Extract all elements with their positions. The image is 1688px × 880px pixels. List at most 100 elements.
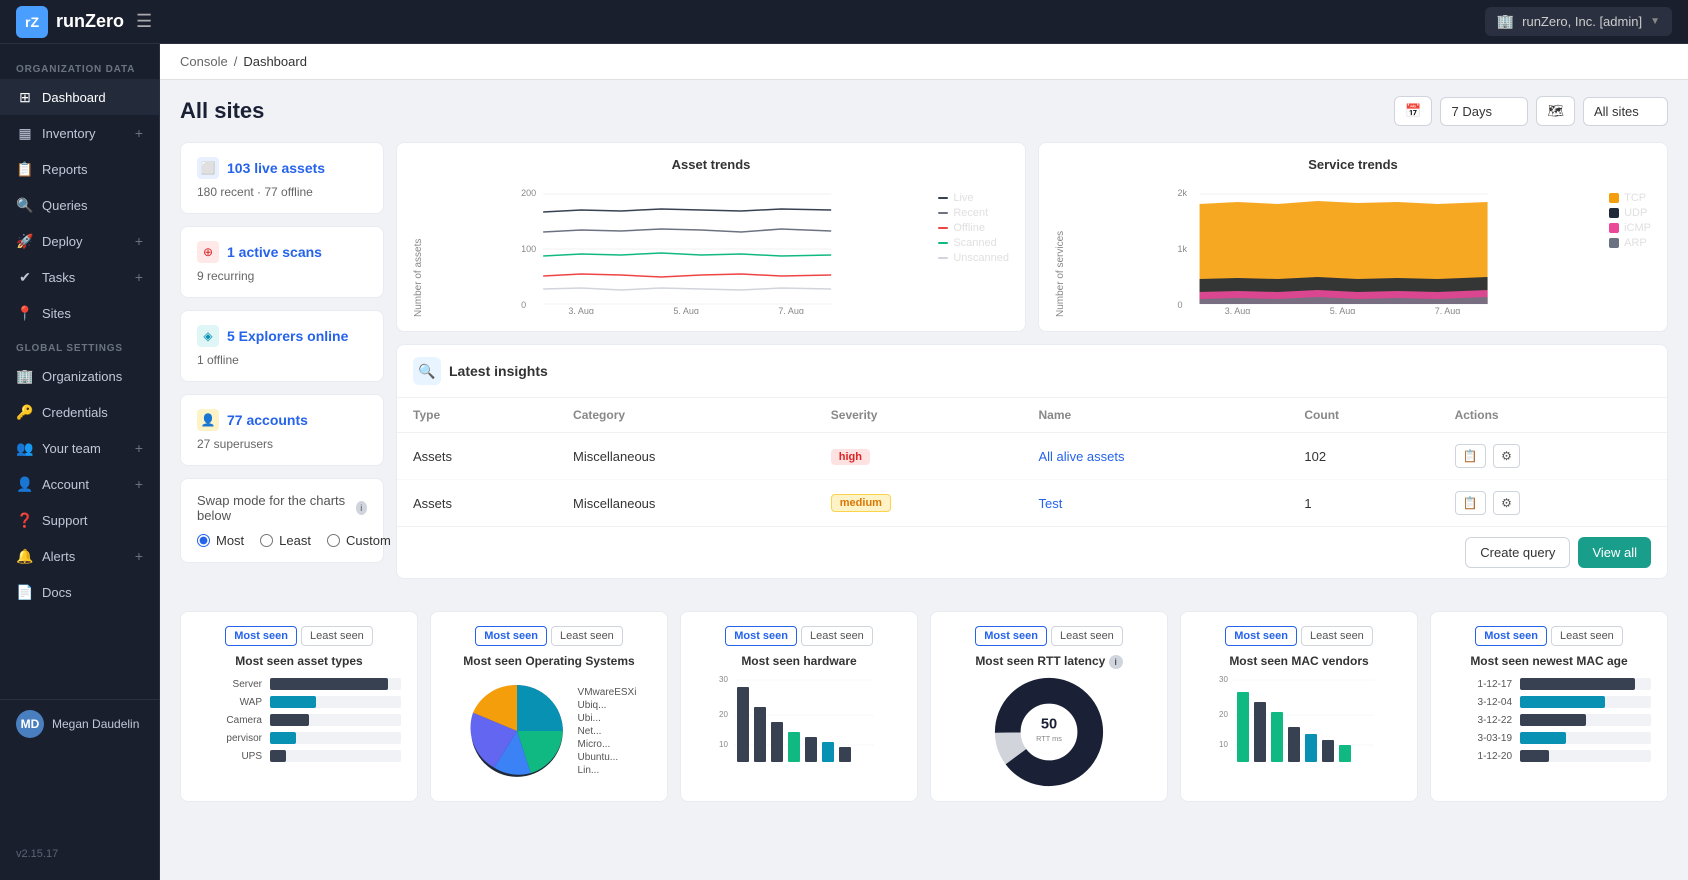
asset-trends-svg: 200 100 0 3. Aug [428,184,934,314]
deploy-plus-icon[interactable]: + [135,233,143,249]
sidebar-label-sites: Sites [42,306,143,321]
global-settings-label: GLOBAL SETTINGS [0,331,159,358]
org-label: runZero, Inc. [admin] [1522,14,1642,29]
calendar-button[interactable]: 📅 [1394,96,1432,126]
explorers-card-icon: ◈ [197,325,219,347]
rtt-least-btn[interactable]: Least seen [1051,626,1123,646]
sidebar-item-account[interactable]: 👤 Account + [0,466,159,502]
sites-icon: 📍 [16,304,34,322]
breadcrumb-separator: / [234,54,238,69]
create-query-button[interactable]: Create query [1465,537,1570,568]
sidebar-item-sites[interactable]: 📍 Sites [0,295,159,331]
row2-severity: medium [815,480,1023,527]
swap-least-radio[interactable] [260,534,273,547]
swap-custom-radio[interactable] [327,534,340,547]
sidebar-item-organizations[interactable]: 🏢 Organizations [0,358,159,394]
explorers-link[interactable]: 5 Explorers online [227,328,348,344]
rtt-info-icon[interactable]: i [1109,655,1123,669]
sidebar-item-reports[interactable]: 📋 Reports [0,151,159,187]
insights-icon: 🔍 [413,357,441,385]
sidebar-item-dashboard[interactable]: ⊞ Dashboard [0,79,159,115]
sidebar-item-support[interactable]: ❓ Support [0,502,159,538]
accounts-link[interactable]: 77 accounts [227,412,308,428]
assets-card-sub: 180 recent · 77 offline [197,185,367,199]
mac-age-most-btn[interactable]: Most seen [1475,626,1547,646]
sidebar-item-deploy[interactable]: 🚀 Deploy + [0,223,159,259]
insights-table-body: Assets Miscellaneous high All alive asse… [397,433,1667,527]
row2-settings-button[interactable]: ⚙ [1493,491,1520,515]
sidebar-item-your-team[interactable]: 👥 Your team + [0,430,159,466]
swap-most-radio[interactable] [197,534,210,547]
asset-types-bars: Server WAP Camera pervisor [197,678,401,762]
breadcrumb-parent[interactable]: Console [180,54,228,69]
assets-card-title: ⬜ 103 live assets [197,157,367,179]
mac-vendors-least-btn[interactable]: Least seen [1301,626,1373,646]
col-count: Count [1288,398,1438,433]
service-trends-chart: Service trends Number of services 2k 1k … [1038,142,1668,332]
assets-card-icon: ⬜ [197,157,219,179]
os-pie-svg [462,676,572,786]
dashboard-controls: 📅 7 Days 30 Days 90 Days 🗺 All sites [1394,96,1668,126]
your-team-plus-icon[interactable]: + [135,440,143,456]
table-row: Assets Miscellaneous medium Test 1 [397,480,1667,527]
time-filter-select[interactable]: 7 Days 30 Days 90 Days [1440,97,1528,126]
sidebar-item-alerts[interactable]: 🔔 Alerts + [0,538,159,574]
severity-high-badge: high [831,449,870,465]
alerts-plus-icon[interactable]: + [135,548,143,564]
row1-settings-button[interactable]: ⚙ [1493,444,1520,468]
arp-sq [1609,238,1619,248]
svg-text:0: 0 [521,300,526,310]
swap-least-option[interactable]: Least [260,533,311,548]
bar-ups: UPS [197,750,401,762]
account-icon: 👤 [16,475,34,493]
mac-vendors-chart: Most seen Least seen Most seen MAC vendo… [1180,611,1418,802]
asset-types-most-btn[interactable]: Most seen [225,626,297,646]
mac-vendors-most-btn[interactable]: Most seen [1225,626,1297,646]
account-plus-icon[interactable]: + [135,476,143,492]
os-least-btn[interactable]: Least seen [551,626,623,646]
org-selector[interactable]: 🏢 runZero, Inc. [admin] ▼ [1485,7,1672,36]
col-actions: Actions [1439,398,1667,433]
swap-most-option[interactable]: Most [197,533,244,548]
menu-toggle[interactable]: ☰ [136,11,152,32]
swap-info-icon[interactable]: i [356,501,368,515]
os-most-btn[interactable]: Most seen [475,626,547,646]
inventory-icon: ▦ [16,124,34,142]
hw-least-btn[interactable]: Least seen [801,626,873,646]
support-icon: ❓ [16,511,34,529]
swap-custom-option[interactable]: Custom [327,533,391,548]
row1-name-link[interactable]: All alive assets [1039,449,1125,464]
hw-most-btn[interactable]: Most seen [725,626,797,646]
bar-3-03-19: 3-03-19 [1447,732,1651,744]
row1-severity: high [815,433,1023,480]
scans-summary-card: ⊕ 1 active scans 9 recurring [180,226,384,298]
sites-icon-button[interactable]: 🗺 [1536,96,1575,126]
sidebar-item-queries[interactable]: 🔍 Queries [0,187,159,223]
asset-types-least-btn[interactable]: Least seen [301,626,373,646]
rtt-chart-title: Most seen RTT latency i [947,654,1151,669]
bar-camera: Camera [197,714,401,726]
row2-copy-button[interactable]: 📋 [1455,491,1486,515]
hardware-chart-title: Most seen hardware [697,654,901,668]
row1-copy-button[interactable]: 📋 [1455,444,1486,468]
sidebar-item-docs[interactable]: 📄 Docs [0,574,159,610]
tasks-plus-icon[interactable]: + [135,269,143,285]
assets-summary-card: ⬜ 103 live assets 180 recent · 77 offlin… [180,142,384,214]
rtt-most-btn[interactable]: Most seen [975,626,1047,646]
sidebar-item-inventory[interactable]: ▦ Inventory + [0,115,159,151]
logo-icon: rZ [16,6,48,38]
row2-name-link[interactable]: Test [1039,496,1063,511]
site-filter-select[interactable]: All sites [1583,97,1668,126]
sidebar-item-tasks[interactable]: ✔ Tasks + [0,259,159,295]
reports-icon: 📋 [16,160,34,178]
view-all-button[interactable]: View all [1578,537,1651,568]
sidebar-item-credentials[interactable]: 🔑 Credentials [0,394,159,430]
live-assets-link[interactable]: 103 live assets [227,160,325,176]
asset-chart-y-label: Number of assets [413,184,424,317]
mac-age-least-btn[interactable]: Least seen [1551,626,1623,646]
row1-type: Assets [397,433,557,480]
sidebar-user[interactable]: MD Megan Daudelin [0,699,159,748]
active-scans-link[interactable]: 1 active scans [227,244,322,260]
inventory-plus-icon[interactable]: + [135,125,143,141]
legend-icmp: iCMP [1609,222,1651,234]
